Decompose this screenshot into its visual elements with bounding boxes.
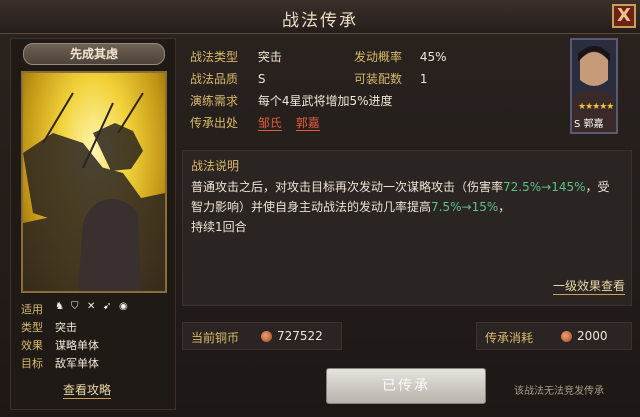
equip-value: 1 [419, 72, 428, 86]
chance-arrow: → [461, 200, 472, 214]
copper-coin-icon [261, 331, 272, 342]
source-row: 传承出处 邹氏 郭嘉 [190, 114, 320, 132]
description-title: 战法说明 [191, 159, 240, 173]
drill-label: 演练需求 [190, 94, 239, 108]
equip-row: 可装配数 1 [354, 70, 427, 88]
troop-type-icons: ♞ ⛉ ✕ ➹ ◉ [55, 301, 130, 312]
shield-round-icon: ◉ [119, 301, 128, 312]
shield-icon: ⛉ [71, 301, 79, 312]
quality-row: 战法品质 S [190, 70, 265, 88]
skill-detail-panel: 战法类型 突击 发动概率 45% 战法品质 S 可装配数 1 演练需求 每个4星… [182, 38, 632, 410]
chance-from: 7.5% [431, 200, 462, 214]
skill-attributes: 适用 ♞ ⛉ ✕ ➹ ◉ 类型 突击 效果 谋略单体 目标 敌军单体 [21, 301, 171, 373]
equip-label: 可装配数 [354, 72, 403, 86]
type-label: 战法类型 [190, 50, 239, 64]
type-value: 突击 [257, 50, 282, 64]
quality-value: S [257, 72, 266, 86]
copper-value: 727522 [277, 329, 323, 343]
dmg-arrow: → [541, 180, 552, 194]
window-title: 战法传承 [282, 11, 358, 31]
attr-value: 谋略单体 [55, 339, 99, 352]
chance-value: 45% [419, 50, 447, 64]
desc-segment: 普通攻击之后，对攻击目标再次发动一次谋略攻击（伤害率 [191, 180, 504, 194]
title-bar: 战法传承 X [0, 0, 640, 34]
inherit-hint: 该战法无法竞发传承 [514, 386, 604, 397]
cavalry-icon: ♞ [55, 301, 64, 312]
spear-icon: ➹ [103, 301, 112, 312]
attr-label: 效果 [21, 339, 43, 352]
skill-card-panel: 先成其虑 适用 ♞ ⛉ ✕ ➹ ◉ 类型 突击 效果 谋略单体 目标 敌军单体 … [10, 38, 176, 410]
source-link[interactable]: 郭嘉 [295, 116, 320, 131]
skill-description-box: 战法说明 普通攻击之后，对攻击目标再次发动一次谋略攻击（伤害率72.5%→145… [182, 150, 632, 306]
cost-label: 传承消耗 [485, 331, 534, 345]
dmg-to: 145% [551, 180, 586, 194]
cavalry-charge-illustration [23, 92, 165, 291]
cost-value: 2000 [577, 329, 608, 343]
skill-name: 先成其虑 [23, 43, 165, 65]
desc-segment: ， [498, 200, 511, 214]
chance-to: 15% [471, 200, 499, 214]
crossed-swords-icon: ✕ [87, 301, 96, 312]
copper-balance: 当前铜币 727522 [182, 322, 342, 350]
attr-value: 突击 [55, 321, 77, 334]
attr-label: 类型 [21, 321, 43, 334]
attr-value: 敌军单体 [55, 357, 99, 370]
source-label: 传承出处 [190, 116, 239, 130]
general-portrait[interactable]: ★★★★★ S 郭嘉 [570, 38, 618, 134]
inherited-button[interactable]: 已传承 [326, 368, 486, 404]
attr-target-row: 目标 敌军单体 [21, 355, 171, 371]
inherit-cost: 传承消耗 2000 [476, 322, 632, 350]
attr-label: 目标 [21, 357, 43, 370]
quality-label: 战法品质 [190, 72, 239, 86]
description-text: 普通攻击之后，对攻击目标再次发动一次谋略攻击（伤害率72.5%→145%，受智力… [191, 177, 621, 237]
desc-segment: 持续1回合 [191, 220, 247, 234]
view-guide-link[interactable]: 查看攻略 [63, 381, 112, 399]
skill-info: 战法类型 突击 发动概率 45% 战法品质 S 可装配数 1 演练需求 每个4星… [182, 38, 566, 142]
source-link[interactable]: 邹氏 [257, 116, 282, 131]
dialog-window: 战法传承 X 先成其虑 适用 ♞ ⛉ ✕ ➹ ◉ 类型 突击 效果 谋略单体 目… [0, 0, 640, 417]
general-name: S 郭嘉 [574, 119, 604, 130]
drill-value: 每个4星武将增加5%进度 [257, 94, 393, 108]
dmg-from: 72.5% [503, 180, 542, 194]
close-button[interactable]: X [612, 4, 636, 28]
attr-label: 适用 [21, 303, 43, 316]
chance-label: 发动概率 [354, 50, 403, 64]
chance-row: 发动概率 45% [354, 48, 447, 66]
type-row: 战法类型 突击 [190, 48, 282, 66]
level-one-effect-link[interactable]: 一级效果查看 [552, 277, 625, 295]
attr-effect-row: 效果 谋略单体 [21, 337, 171, 353]
copper-label: 当前铜币 [191, 331, 240, 345]
copper-coin-icon [561, 331, 572, 342]
general-stars: ★★★★★ [578, 102, 614, 112]
attr-applies-row: 适用 ♞ ⛉ ✕ ➹ ◉ [21, 301, 171, 317]
drill-row: 演练需求 每个4星武将增加5%进度 [190, 92, 393, 110]
skill-artwork [21, 71, 167, 293]
attr-type-row: 类型 突击 [21, 319, 171, 335]
